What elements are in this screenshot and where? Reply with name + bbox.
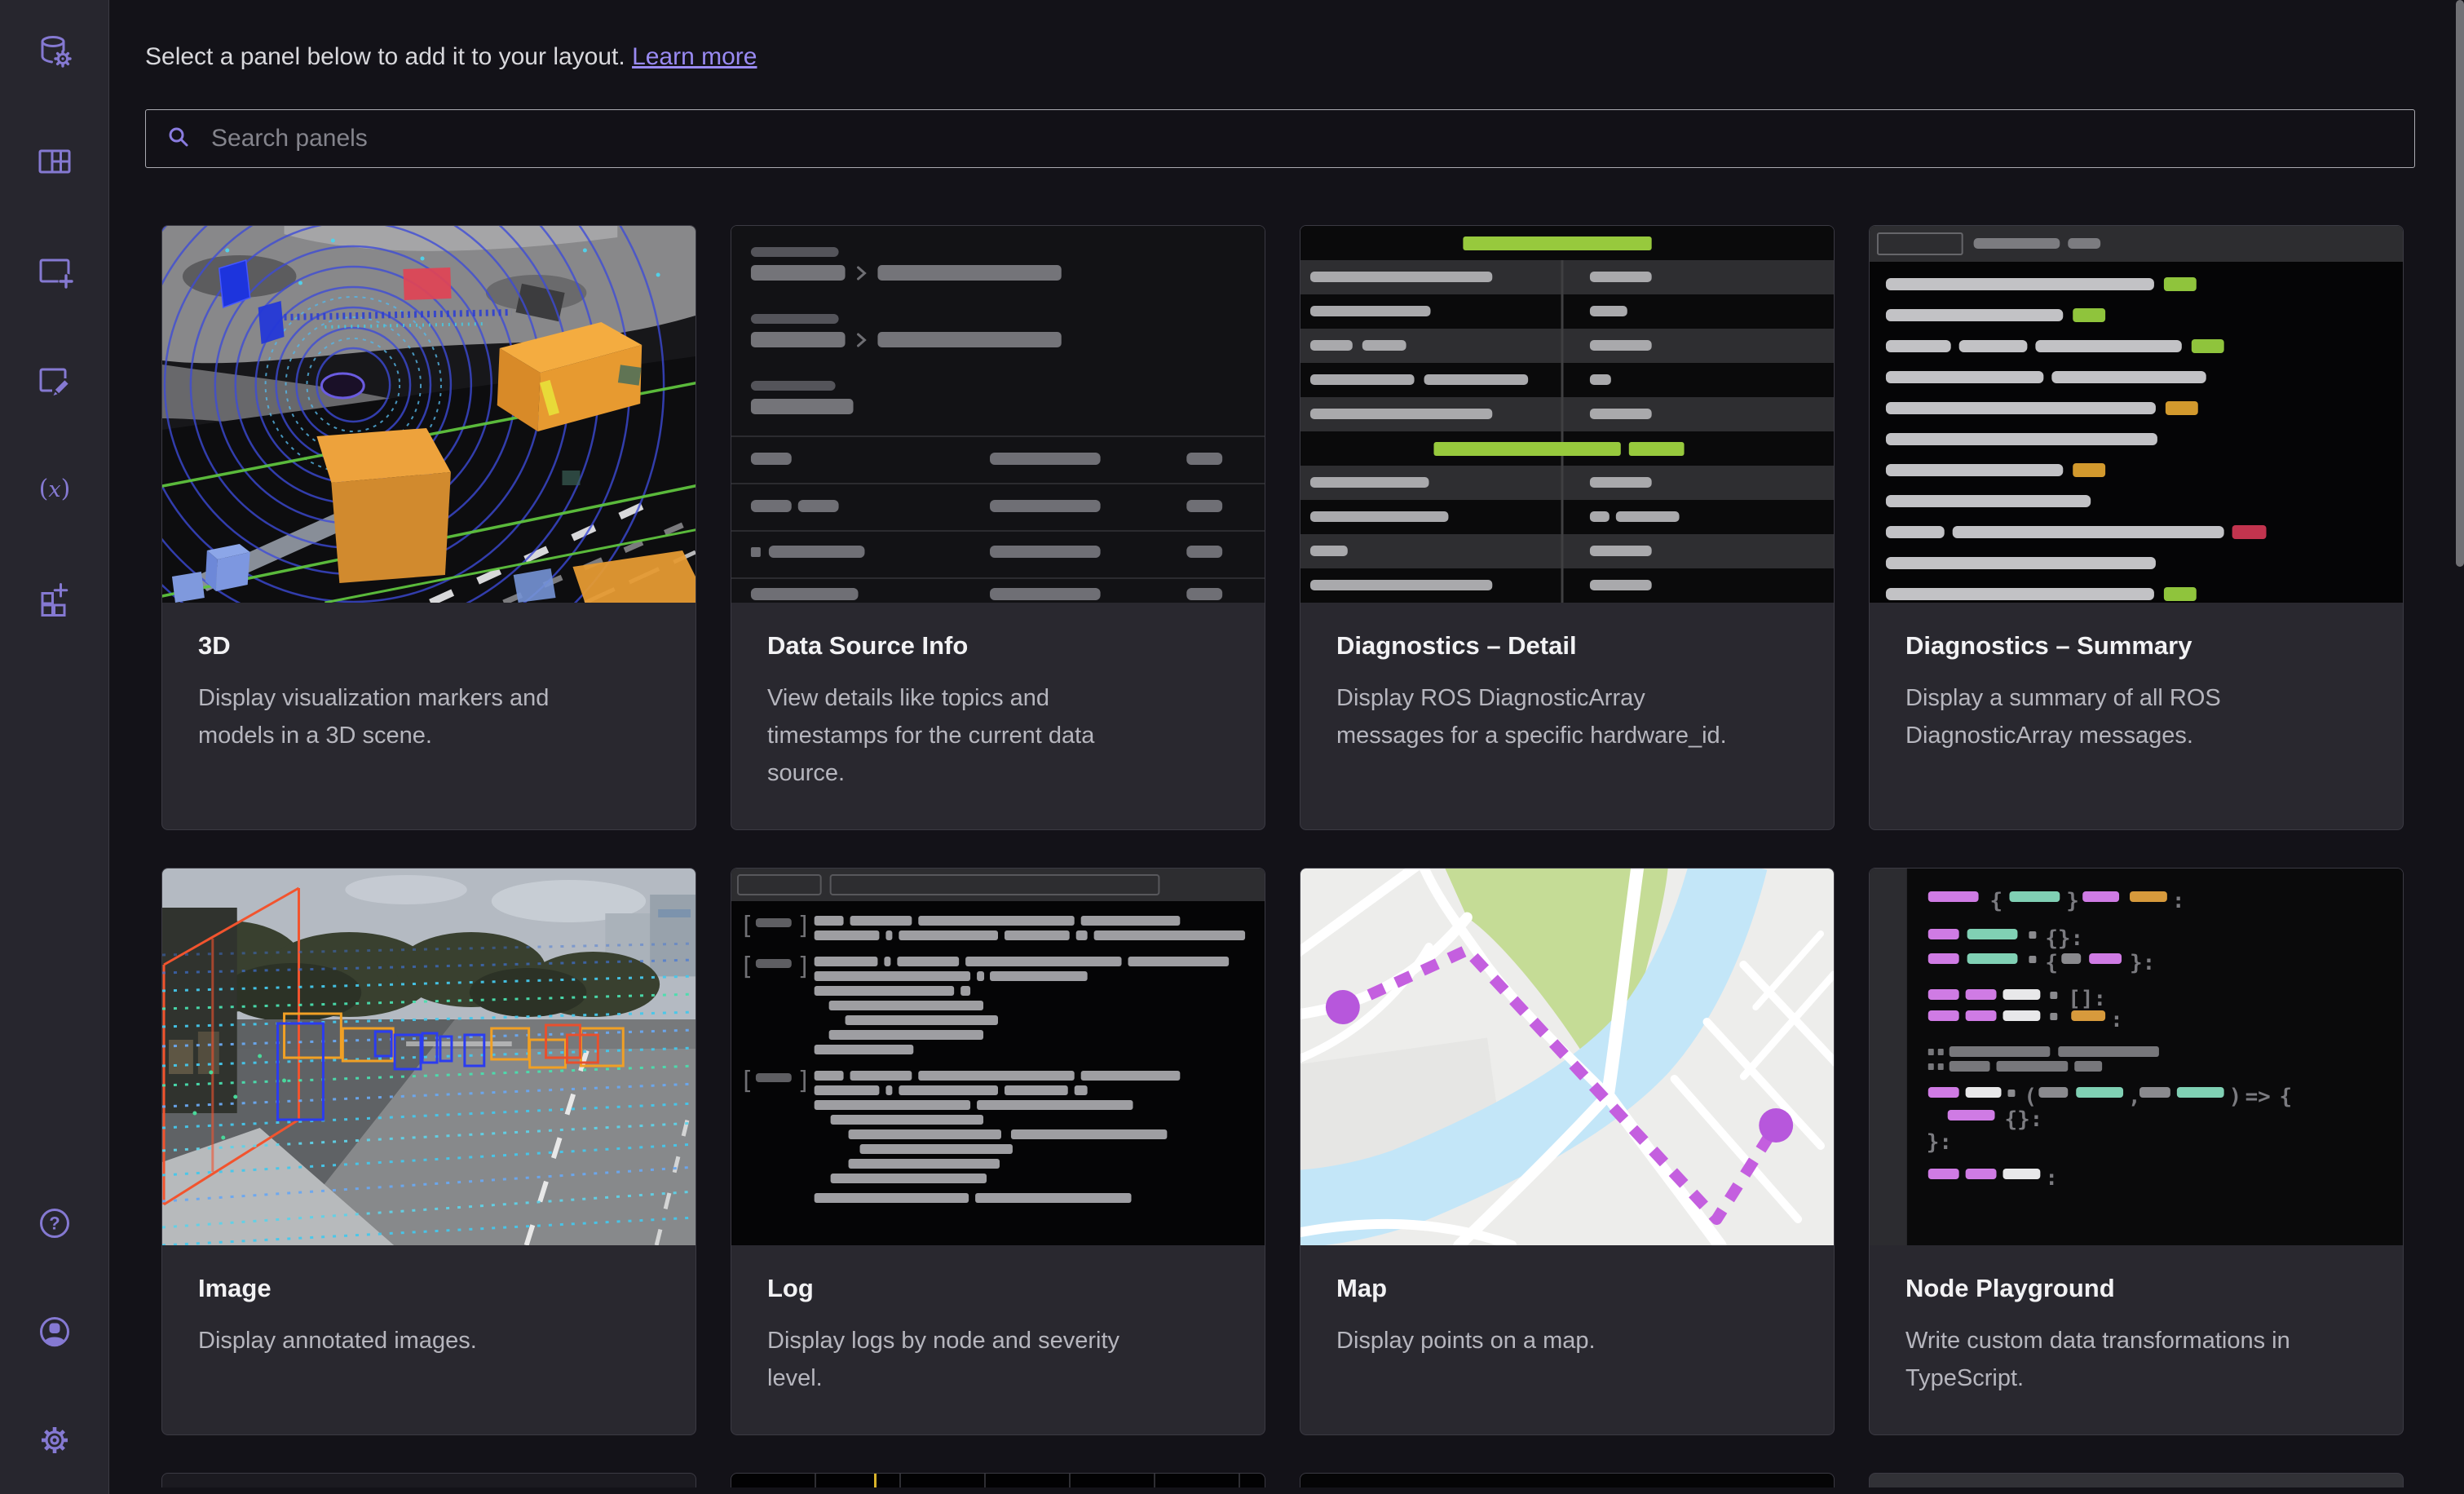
panel-description: View details like topics and timestamps … <box>767 685 1095 786</box>
panel-description: Write custom data transformations in Typ… <box>1905 1328 2290 1391</box>
image-thumbnail <box>162 869 695 1245</box>
panel-grid: 3D Display visualization markers and mod… <box>161 225 2415 1487</box>
panel-title: Log <box>767 1274 814 1302</box>
panel-title: Node Playground <box>1905 1274 2115 1302</box>
help-button[interactable]: ? <box>35 1204 74 1243</box>
svg-text:(: ( <box>2024 1085 2037 1109</box>
svg-text:{: { <box>1990 889 2003 913</box>
svg-text:[: [ <box>740 912 754 940</box>
svg-text::: : <box>2110 1008 2123 1032</box>
extensions-icon <box>35 579 74 618</box>
panel-card-data-source-info[interactable]: Data Source Info View details like topic… <box>731 225 1265 830</box>
edit-pencil-icon <box>35 360 74 400</box>
panel-title: Map <box>1336 1274 1387 1302</box>
panel-card-image[interactable]: Image Display annotated images. <box>161 868 696 1435</box>
panel-catalog: Select a panel below to add it to your l… <box>109 0 2464 1494</box>
svg-text::: : <box>2045 1166 2058 1191</box>
vertical-scrollbar-thumb[interactable] <box>2456 0 2464 567</box>
prompt-text: Select a panel below to add it to your l… <box>145 43 625 70</box>
sidebar-bottom-group: ? <box>35 1204 74 1460</box>
svg-text:,: , <box>2128 1085 2141 1109</box>
layout-grid-icon <box>35 142 74 181</box>
svg-text:{: { <box>2045 951 2058 975</box>
panel-title: Data Source Info <box>767 631 969 660</box>
app-window: (x) ? Select a panel below to add it to … <box>0 0 2464 1494</box>
settings-button[interactable] <box>35 1421 74 1460</box>
card-body: Node Playground Write custom data transf… <box>1870 1245 2403 1434</box>
data-source-settings-button[interactable] <box>35 33 74 72</box>
panel-title: Diagnostics – Summary <box>1905 631 2192 660</box>
svg-text:{: { <box>2279 1085 2292 1109</box>
card-body: 3D Display visualization markers and mod… <box>162 603 695 792</box>
search-input[interactable] <box>210 124 2395 153</box>
panel-title: Diagnostics – Detail <box>1336 631 1577 660</box>
panel-card-partial[interactable] <box>161 1473 696 1487</box>
panel-card-diagnostics-detail[interactable]: Diagnostics – Detail Display ROS Diagnos… <box>1300 225 1835 830</box>
svg-text:?: ? <box>49 1213 60 1234</box>
map-thumbnail <box>1300 869 1834 1245</box>
svg-text:{}:: {}: <box>2045 926 2083 951</box>
svg-text:]: ] <box>797 1067 811 1095</box>
log-thumbnail: [] [] [] <box>731 869 1265 1245</box>
page-title: Select a panel below to add it to your l… <box>145 42 2415 72</box>
search-panels-box[interactable] <box>145 109 2415 168</box>
panel-card-map[interactable]: Map Display points on a map. <box>1300 868 1835 1435</box>
3d-thumbnail <box>162 226 695 603</box>
panel-card-partial[interactable] <box>731 1473 1265 1487</box>
add-panel-button[interactable] <box>35 251 74 290</box>
layouts-button[interactable] <box>35 142 74 181</box>
search-icon <box>166 124 192 154</box>
svg-text:[]:: []: <box>2068 987 2106 1011</box>
svg-text::: : <box>2172 889 2185 913</box>
variables-icon: (x) <box>35 470 74 509</box>
gear-icon <box>35 1421 74 1460</box>
panel-description: Display visualization markers and models… <box>198 685 550 749</box>
svg-text:): ) <box>2229 1085 2242 1109</box>
svg-text:[: [ <box>740 1067 754 1095</box>
card-body: Log Display logs by node and severity le… <box>731 1245 1265 1434</box>
svg-text:{}:: {}: <box>2004 1107 2042 1132</box>
panel-description: Display points on a map. <box>1336 1328 1596 1354</box>
card-body: Image Display annotated images. <box>162 1245 695 1397</box>
node-playground-thumbnail: {}: {}: {}: []: : (,) => { {}: }: : <box>1870 869 2403 1245</box>
edit-layout-button[interactable] <box>35 360 74 400</box>
panel-card-node-playground[interactable]: {}: {}: {}: []: : (,) => { {}: }: : Node … <box>1869 868 2404 1435</box>
card-body: Data Source Info View details like topic… <box>731 603 1265 829</box>
panel-description: Display ROS DiagnosticArray messages for… <box>1336 685 1727 749</box>
panel-card-partial[interactable] <box>1300 1473 1835 1487</box>
svg-text:}:: }: <box>2130 951 2155 975</box>
svg-text:}: } <box>2066 889 2079 913</box>
svg-text:[: [ <box>740 953 754 981</box>
card-body: Map Display points on a map. <box>1300 1245 1834 1397</box>
panel-card-diagnostics-summary[interactable]: Diagnostics – Summary Display a summary … <box>1869 225 2404 830</box>
panel-description: Display annotated images. <box>198 1328 477 1354</box>
card-body: Diagnostics – Summary Display a summary … <box>1870 603 2403 792</box>
svg-text:(x): (x) <box>38 475 70 503</box>
panel-description: Display logs by node and severity level. <box>767 1328 1120 1391</box>
left-sidebar: (x) ? <box>0 0 109 1494</box>
panel-description: Display a summary of all ROS DiagnosticA… <box>1905 685 2221 749</box>
sidebar-top-group: (x) <box>35 33 74 618</box>
data-source-info-thumbnail <box>731 226 1265 603</box>
extensions-button[interactable] <box>35 579 74 618</box>
diagnostics-detail-thumbnail <box>1300 226 1834 603</box>
card-body: Diagnostics – Detail Display ROS Diagnos… <box>1300 603 1834 792</box>
add-panel-icon <box>35 251 74 290</box>
panel-card-partial[interactable] <box>1869 1473 2404 1487</box>
help-icon: ? <box>35 1204 74 1243</box>
diagnostics-summary-thumbnail <box>1870 226 2403 603</box>
learn-more-link[interactable]: Learn more <box>632 43 757 70</box>
panel-title: Image <box>198 1274 272 1302</box>
svg-text:}:: }: <box>1927 1130 1952 1155</box>
panel-card-log[interactable]: [] [] [] Log Display logs by node and se… <box>731 868 1265 1435</box>
svg-text:]: ] <box>797 912 811 940</box>
account-icon <box>35 1312 74 1351</box>
database-gear-icon <box>35 33 74 72</box>
svg-text:]: ] <box>797 953 811 981</box>
panel-title: 3D <box>198 631 231 660</box>
panel-card-3d[interactable]: 3D Display visualization markers and mod… <box>161 225 696 830</box>
variables-button[interactable]: (x) <box>35 470 74 509</box>
account-button[interactable] <box>35 1312 74 1351</box>
svg-text:=>: => <box>2245 1085 2271 1109</box>
